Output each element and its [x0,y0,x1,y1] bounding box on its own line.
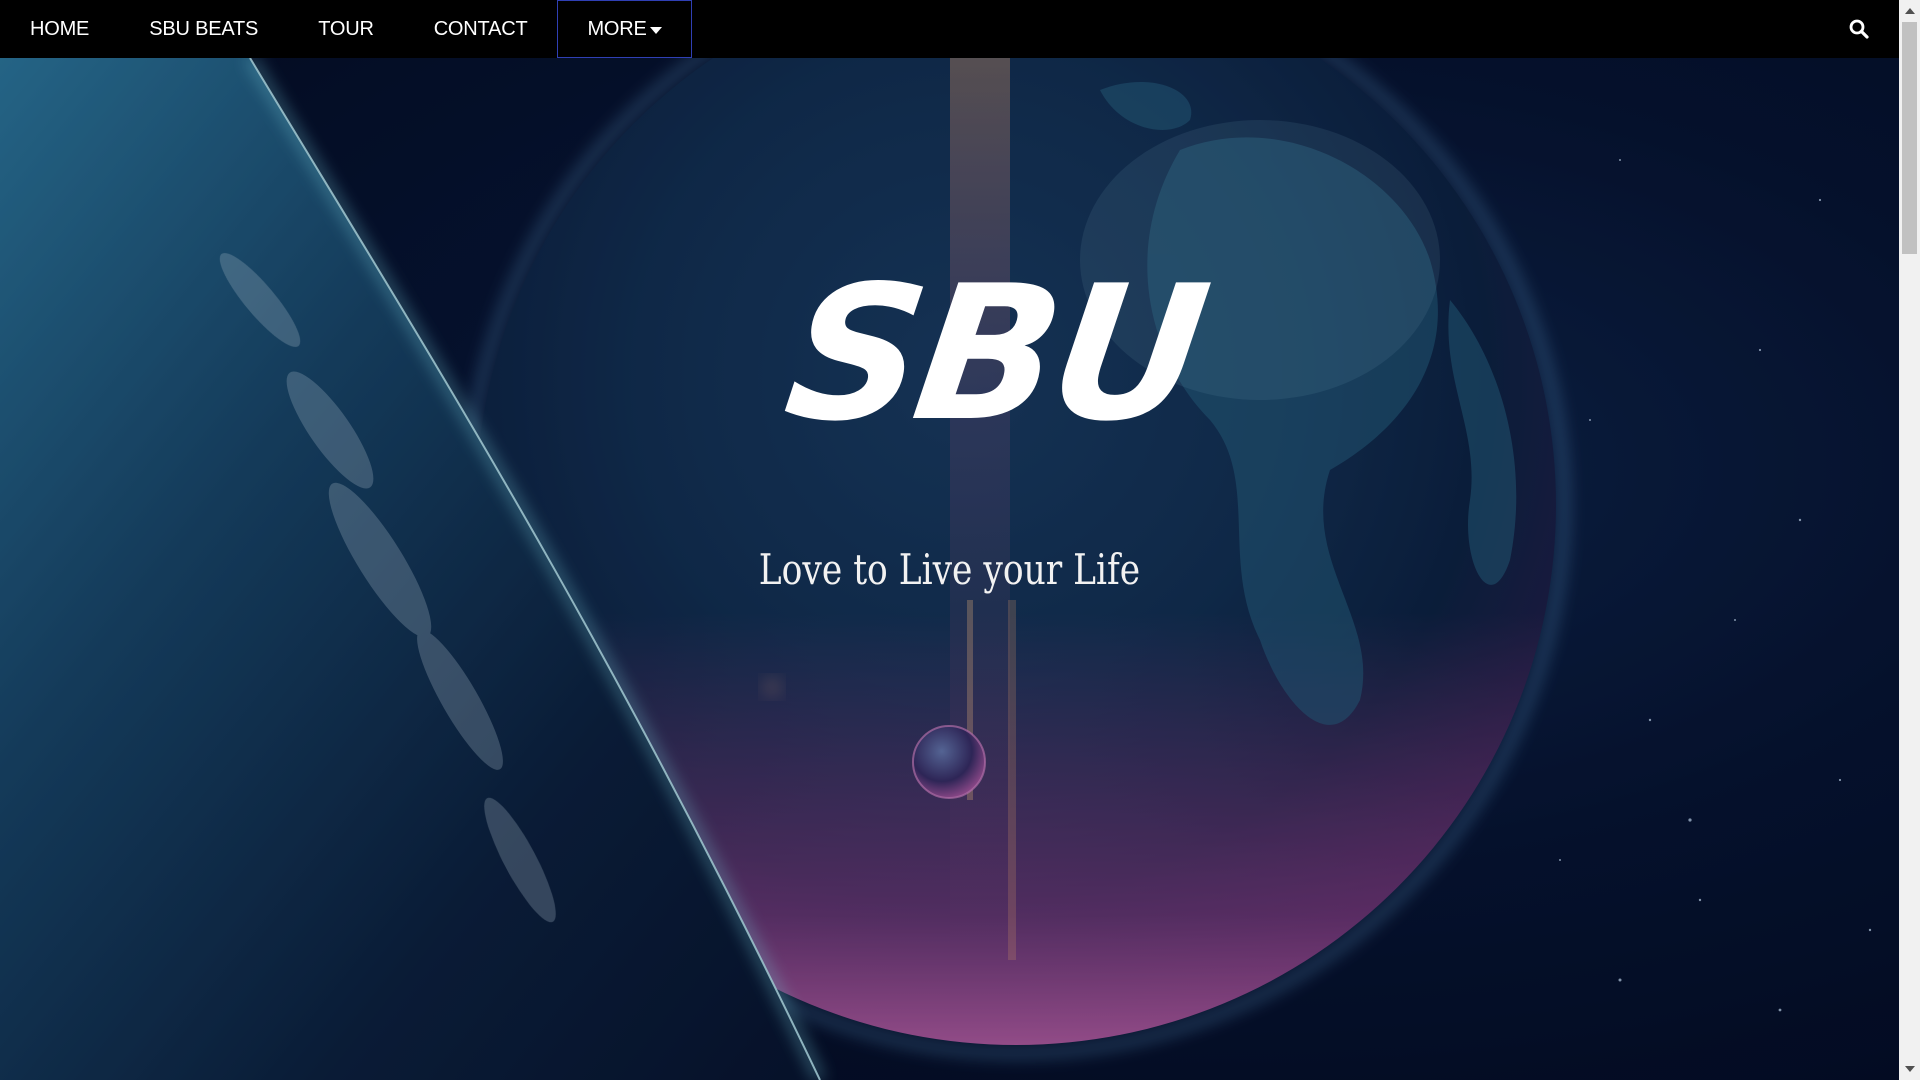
nav-item-more-label: MORE [587,17,647,40]
nav-item-more-dropdown[interactable]: MORE [557,0,692,58]
arrow-up-icon [1904,8,1915,14]
hero-tagline: Love to Live your Life [758,545,1141,594]
arrow-down-icon [1904,1066,1915,1072]
scroll-up-button[interactable] [1899,2,1920,20]
nav-item-home[interactable]: HOME [0,0,119,58]
sbu-logo: SBU [775,245,1214,462]
nav-item-tour[interactable]: TOUR [288,0,404,58]
search-button[interactable] [1839,0,1879,58]
search-icon [1849,19,1869,39]
nav-item-sbu-beats[interactable]: SBU BEATS [119,0,288,58]
nav-item-contact[interactable]: CONTACT [404,0,558,58]
top-navbar: HOME SBU BEATS TOUR CONTACT MORE [0,0,1899,58]
scroll-thumb[interactable] [1902,22,1917,254]
scroll-down-button[interactable] [1899,1060,1920,1078]
sbu-logo-text: SBU [774,245,1215,462]
caret-down-icon [649,26,662,34]
page: HOME SBU BEATS TOUR CONTACT MORE SBU Lov… [0,0,1920,1080]
page-scrollbar[interactable] [1899,0,1920,1080]
